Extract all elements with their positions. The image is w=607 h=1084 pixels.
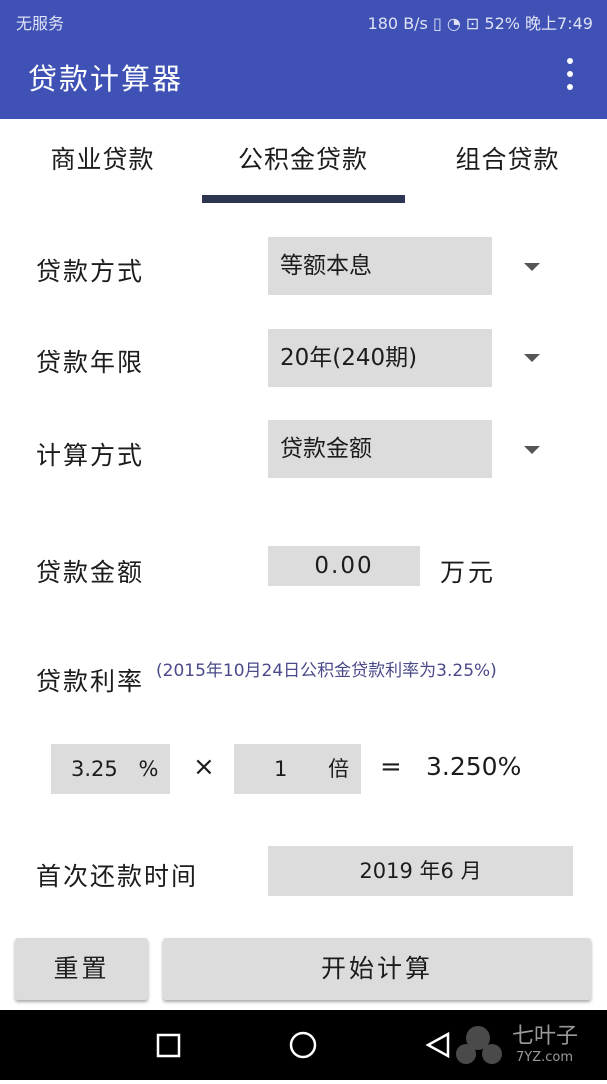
loan-method-dropdown-icon[interactable] — [524, 263, 540, 271]
status-text: 180 B/s ▯ ◔ ⊡ 52% 晚上7:49 — [367, 14, 593, 33]
equals-sign: = — [380, 752, 402, 782]
loan-amount-unit: 万元 — [440, 558, 497, 587]
recent-apps-icon[interactable] — [156, 1033, 181, 1058]
loan-amount-input[interactable]: 0.00 — [268, 546, 420, 586]
watermark-domain: 7YZ.com — [516, 1050, 574, 1065]
multiplier-input[interactable]: 1 倍 — [234, 744, 361, 794]
loan-method-label: 贷款方式 — [36, 257, 145, 286]
loan-amount-label: 贷款金额 — [36, 558, 145, 587]
interest-rate-label: 贷款利率 — [36, 667, 145, 696]
first-payment-date-picker[interactable]: 2019 年6 月 — [268, 846, 573, 896]
loan-method-select[interactable]: 等额本息 — [268, 237, 492, 295]
tab-combined-loan[interactable]: 组合贷款 — [420, 140, 595, 190]
home-icon[interactable] — [289, 1031, 317, 1059]
rate-input[interactable]: 3.25 % — [51, 744, 170, 794]
multiplier-unit: 倍 — [328, 757, 350, 781]
rate-result: 3.250% — [426, 752, 522, 781]
interest-rate-note: (2015年10月24日公积金贷款利率为3.25%) — [156, 661, 497, 681]
watermark-logo-icon — [456, 1026, 502, 1064]
rate-value: 3.25 — [71, 757, 118, 781]
status-carrier: 无服务 — [16, 14, 65, 33]
loan-term-label: 贷款年限 — [36, 348, 145, 377]
app-title: 贷款计算器 — [28, 62, 184, 96]
first-payment-label: 首次还款时间 — [36, 862, 199, 891]
tab-commercial-loan[interactable]: 商业贷款 — [15, 140, 190, 190]
loan-term-select[interactable]: 20年(240期) — [268, 329, 492, 387]
calc-method-label: 计算方式 — [36, 441, 145, 470]
overflow-menu-icon[interactable] — [560, 58, 580, 90]
multiplier-value: 1 — [274, 757, 288, 781]
reset-button[interactable]: 重置 — [15, 938, 148, 1000]
loan-term-dropdown-icon[interactable] — [524, 354, 540, 362]
calc-method-dropdown-icon[interactable] — [524, 446, 540, 454]
times-sign: × — [193, 752, 215, 782]
rate-unit: % — [138, 757, 159, 781]
back-icon[interactable] — [425, 1031, 450, 1059]
status-indicators: 180 B/s ▯ ◔ ⊡ 52% 晚上7:49 — [368, 10, 593, 34]
calc-method-select[interactable]: 贷款金额 — [268, 420, 492, 478]
navigation-bar: 七叶子 7YZ.com — [0, 1010, 607, 1080]
calculate-button[interactable]: 开始计算 — [163, 938, 591, 1000]
watermark-name: 七叶子 — [512, 1024, 579, 1049]
tab-indicator — [202, 195, 405, 203]
app-bar: 无服务 180 B/s ▯ ◔ ⊡ 52% 晚上7:49 贷款计算器 — [0, 0, 607, 119]
tab-provident-fund-loan[interactable]: 公积金贷款 — [203, 140, 403, 190]
